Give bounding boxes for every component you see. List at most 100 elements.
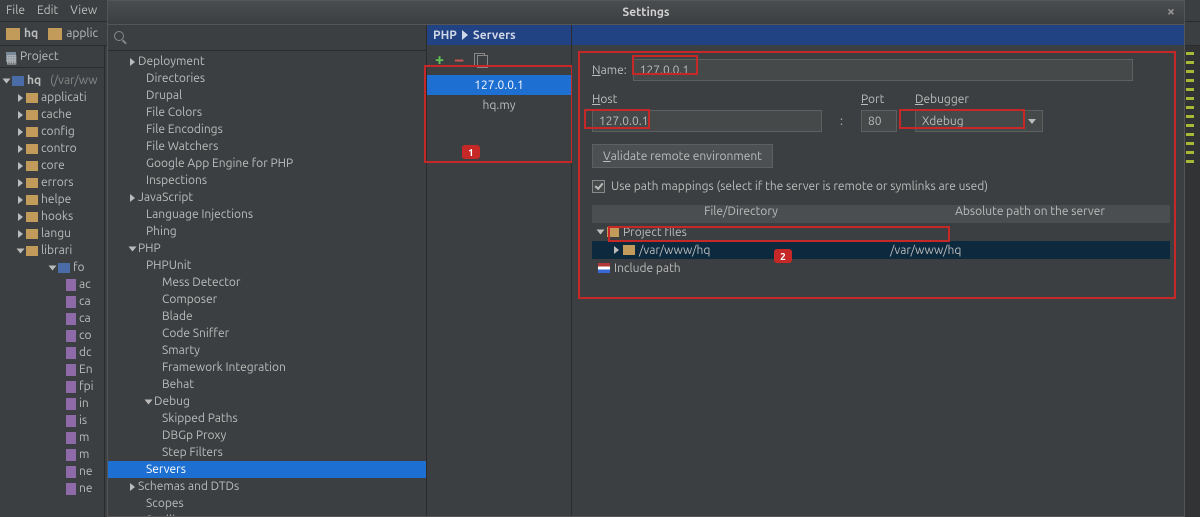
chevron-icon[interactable] bbox=[18, 196, 23, 204]
settings-tree-item[interactable]: Skipped Paths bbox=[108, 410, 426, 427]
settings-tree[interactable]: DeploymentDirectoriesDrupalFile ColorsFi… bbox=[108, 51, 426, 516]
add-icon[interactable]: + bbox=[435, 51, 444, 69]
tree-file[interactable]: ne bbox=[0, 463, 104, 480]
chevron-icon[interactable] bbox=[597, 230, 605, 235]
mapping-table-body[interactable]: Project files/var/www/hq/var/www/hqInclu… bbox=[592, 223, 1170, 277]
settings-tree-item[interactable]: Code Sniffer bbox=[108, 325, 426, 342]
use-path-mappings-checkbox[interactable] bbox=[592, 180, 605, 193]
project-root-name[interactable]: hq bbox=[27, 72, 41, 89]
menu-file[interactable]: File bbox=[6, 4, 25, 17]
settings-tree-item[interactable]: Smarty bbox=[108, 342, 426, 359]
chevron-down-icon[interactable] bbox=[129, 246, 137, 251]
chevron-down-icon[interactable] bbox=[3, 78, 11, 83]
chevron-icon[interactable] bbox=[18, 162, 23, 170]
server-list[interactable]: 127.0.0.1hq.my bbox=[427, 75, 571, 516]
chevron-right-icon[interactable] bbox=[130, 483, 135, 491]
settings-tree-item[interactable]: Directories bbox=[108, 70, 426, 87]
settings-search-input[interactable] bbox=[132, 31, 420, 44]
tree-file[interactable]: ne bbox=[0, 480, 104, 497]
tree-folder[interactable]: hooks bbox=[0, 208, 104, 225]
server-list-item[interactable]: hq.my bbox=[427, 95, 571, 115]
settings-tree-item[interactable]: PHP bbox=[108, 240, 426, 257]
settings-tree-item[interactable]: Phing bbox=[108, 223, 426, 240]
chevron-down-icon[interactable] bbox=[49, 265, 57, 270]
server-name-input[interactable] bbox=[633, 59, 1133, 81]
chevron-icon[interactable] bbox=[18, 179, 23, 187]
chevron-icon[interactable] bbox=[18, 111, 23, 119]
tree-folder[interactable]: applicati bbox=[0, 89, 104, 106]
chevron-icon[interactable] bbox=[18, 145, 23, 153]
tree-file[interactable]: dc bbox=[0, 344, 104, 361]
nav-dir-2[interactable]: applic bbox=[66, 27, 98, 40]
tree-file[interactable]: m bbox=[0, 429, 104, 446]
settings-tree-item[interactable]: Framework Integration bbox=[108, 359, 426, 376]
settings-tree-item[interactable]: File Encodings bbox=[108, 121, 426, 138]
nav-dir-1[interactable]: hq bbox=[24, 27, 38, 40]
settings-tree-item[interactable]: PHPUnit bbox=[108, 257, 426, 274]
project-tool-button[interactable]: ▦ Project bbox=[0, 46, 104, 68]
settings-tree-item[interactable]: Deployment bbox=[108, 53, 426, 70]
settings-tree-item[interactable]: Mess Detector bbox=[108, 274, 426, 291]
tree-file[interactable]: m bbox=[0, 446, 104, 463]
settings-tree-item[interactable]: Inspections bbox=[108, 172, 426, 189]
tree-folder[interactable]: errors bbox=[0, 174, 104, 191]
settings-tree-item[interactable]: Servers bbox=[108, 461, 426, 478]
settings-tree-item[interactable]: Google App Engine for PHP bbox=[108, 155, 426, 172]
tree-file[interactable]: co bbox=[0, 327, 104, 344]
tree-folder[interactable]: helpe bbox=[0, 191, 104, 208]
project-tree[interactable]: hq (/var/ww applicaticacheconfigcontroco… bbox=[0, 68, 104, 501]
settings-tree-item[interactable]: Spelling bbox=[108, 512, 426, 516]
mapping-row[interactable]: Project files bbox=[592, 223, 1170, 241]
settings-tree-item[interactable]: File Colors bbox=[108, 104, 426, 121]
chevron-icon[interactable] bbox=[18, 230, 23, 238]
settings-tree-item[interactable]: Schemas and DTDs bbox=[108, 478, 426, 495]
tree-file[interactable]: En bbox=[0, 361, 104, 378]
settings-tree-item[interactable]: Step Filters bbox=[108, 444, 426, 461]
tree-file[interactable]: ca bbox=[0, 293, 104, 310]
chevron-icon[interactable] bbox=[18, 128, 23, 136]
chevron-right-icon[interactable] bbox=[130, 58, 135, 66]
tree-folder[interactable]: contro bbox=[0, 140, 104, 157]
settings-tree-item[interactable]: JavaScript bbox=[108, 189, 426, 206]
settings-tree-item[interactable]: Blade bbox=[108, 308, 426, 325]
settings-search[interactable] bbox=[108, 25, 426, 51]
server-port-input[interactable] bbox=[861, 110, 897, 132]
chevron-down-icon[interactable] bbox=[145, 399, 153, 404]
menu-view[interactable]: View bbox=[70, 4, 97, 17]
chevron-icon[interactable] bbox=[18, 213, 23, 221]
debugger-select[interactable]: Xdebug bbox=[915, 110, 1043, 132]
settings-tree-item[interactable]: Debug bbox=[108, 393, 426, 410]
tree-file[interactable]: is bbox=[0, 412, 104, 429]
copy-icon[interactable] bbox=[474, 53, 488, 67]
tree-file[interactable]: ac bbox=[0, 276, 104, 293]
settings-tree-item[interactable]: File Watchers bbox=[108, 138, 426, 155]
tree-folder[interactable]: cache bbox=[0, 106, 104, 123]
tree-file[interactable]: ca bbox=[0, 310, 104, 327]
server-list-item[interactable]: 127.0.0.1 bbox=[427, 75, 571, 95]
settings-tree-item[interactable]: Composer bbox=[108, 291, 426, 308]
tree-folder[interactable]: core bbox=[0, 157, 104, 174]
menu-edit[interactable]: Edit bbox=[37, 4, 58, 17]
tree-file[interactable]: in bbox=[0, 395, 104, 412]
tree-file[interactable]: fpi bbox=[0, 378, 104, 395]
tree-folder[interactable]: config bbox=[0, 123, 104, 140]
server-host-input[interactable] bbox=[592, 110, 822, 132]
chevron-right-icon[interactable] bbox=[130, 194, 135, 202]
remove-icon[interactable]: − bbox=[454, 56, 464, 64]
breadcrumb-root[interactable]: PHP bbox=[433, 29, 457, 42]
chevron-icon[interactable] bbox=[614, 246, 619, 254]
tree-folder[interactable]: fo bbox=[73, 259, 85, 276]
close-icon[interactable]: × bbox=[1164, 5, 1178, 19]
settings-tree-item[interactable]: Scopes bbox=[108, 495, 426, 512]
validate-button[interactable]: Validate remote environment bbox=[592, 144, 773, 168]
settings-tree-item[interactable]: DBGp Proxy bbox=[108, 427, 426, 444]
mapping-row[interactable]: /var/www/hq/var/www/hq bbox=[592, 241, 1170, 259]
dialog-titlebar[interactable]: Settings × bbox=[108, 1, 1184, 25]
tree-folder[interactable]: langu bbox=[0, 225, 104, 242]
settings-tree-item[interactable]: Behat bbox=[108, 376, 426, 393]
settings-tree-item[interactable]: Drupal bbox=[108, 87, 426, 104]
settings-tree-item[interactable]: Language Injections bbox=[108, 206, 426, 223]
tree-folder[interactable]: librari bbox=[0, 242, 104, 259]
chevron-icon[interactable] bbox=[18, 94, 23, 102]
chevron-icon[interactable] bbox=[17, 248, 25, 253]
